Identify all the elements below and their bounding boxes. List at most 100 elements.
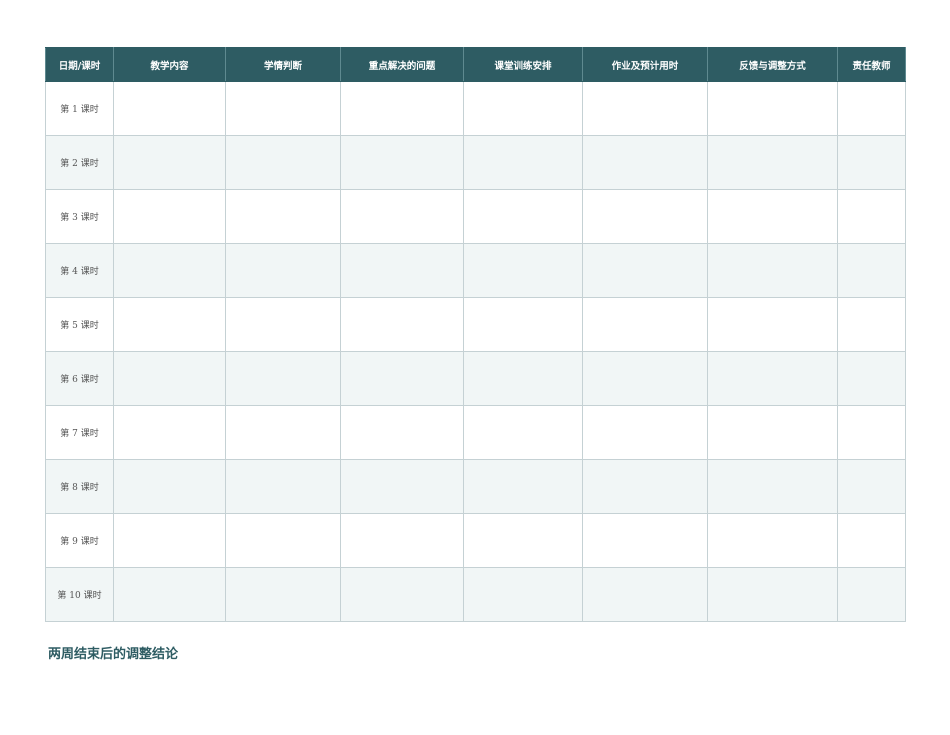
table-cell[interactable] [340, 513, 464, 568]
table-cell[interactable] [225, 297, 341, 352]
table-cell[interactable] [582, 297, 708, 352]
session-label: 第 2 课时 [45, 135, 114, 190]
table-cell[interactable] [340, 81, 464, 136]
table-cell[interactable] [113, 459, 226, 514]
table-cell[interactable] [582, 459, 708, 514]
table-cell[interactable] [837, 243, 906, 298]
table-cell[interactable] [225, 459, 341, 514]
table-row: 第 6 课时 [45, 351, 906, 406]
table-cell[interactable] [225, 189, 341, 244]
lesson-plan-table: 日期/课时 教学内容 学情判断 重点解决的问题 课堂训练安排 作业及预计用时 反… [45, 47, 906, 622]
column-header-responsible-teacher: 责任教师 [837, 47, 906, 82]
table-cell[interactable] [113, 135, 226, 190]
table-cell[interactable] [707, 135, 838, 190]
table-cell[interactable] [113, 297, 226, 352]
table-cell[interactable] [463, 567, 583, 622]
table-cell[interactable] [707, 297, 838, 352]
session-label: 第 4 课时 [45, 243, 114, 298]
table-cell[interactable] [113, 513, 226, 568]
column-header-class-practice: 课堂训练安排 [463, 47, 583, 82]
table-cell[interactable] [582, 567, 708, 622]
table-cell[interactable] [582, 135, 708, 190]
table-cell[interactable] [582, 351, 708, 406]
table-cell[interactable] [837, 567, 906, 622]
table-row: 第 1 课时 [45, 81, 906, 136]
table-cell[interactable] [707, 81, 838, 136]
table-cell[interactable] [837, 459, 906, 514]
table-row: 第 7 课时 [45, 405, 906, 460]
session-label: 第 5 课时 [45, 297, 114, 352]
table-cell[interactable] [463, 405, 583, 460]
session-label: 第 6 课时 [45, 351, 114, 406]
table-cell[interactable] [340, 351, 464, 406]
conclusion-heading: 两周结束后的调整结论 [48, 647, 179, 662]
table-cell[interactable] [582, 405, 708, 460]
table-header-row: 日期/课时 教学内容 学情判断 重点解决的问题 课堂训练安排 作业及预计用时 反… [45, 47, 906, 82]
table-cell[interactable] [463, 513, 583, 568]
table-cell[interactable] [837, 189, 906, 244]
table-cell[interactable] [340, 243, 464, 298]
table-row: 第 10 课时 [45, 567, 906, 622]
table-cell[interactable] [225, 351, 341, 406]
table-cell[interactable] [225, 135, 341, 190]
table-cell[interactable] [582, 189, 708, 244]
table-row: 第 4 课时 [45, 243, 906, 298]
table-cell[interactable] [340, 135, 464, 190]
session-label: 第 7 课时 [45, 405, 114, 460]
table-cell[interactable] [463, 243, 583, 298]
table-cell[interactable] [463, 297, 583, 352]
table-cell[interactable] [113, 405, 226, 460]
session-label: 第 10 课时 [45, 567, 114, 622]
table-cell[interactable] [113, 81, 226, 136]
table-cell[interactable] [837, 513, 906, 568]
table-cell[interactable] [707, 567, 838, 622]
session-label: 第 3 课时 [45, 189, 114, 244]
table-cell[interactable] [837, 351, 906, 406]
table-row: 第 5 课时 [45, 297, 906, 352]
session-label: 第 9 课时 [45, 513, 114, 568]
table-cell[interactable] [340, 297, 464, 352]
table-cell[interactable] [340, 459, 464, 514]
column-header-key-problems: 重点解决的问题 [340, 47, 464, 82]
table-cell[interactable] [463, 459, 583, 514]
table-cell[interactable] [707, 405, 838, 460]
table-cell[interactable] [837, 81, 906, 136]
table-cell[interactable] [707, 459, 838, 514]
table-cell[interactable] [707, 189, 838, 244]
table-cell[interactable] [340, 567, 464, 622]
table-cell[interactable] [113, 567, 226, 622]
table-cell[interactable] [225, 81, 341, 136]
table-row: 第 3 课时 [45, 189, 906, 244]
table-cell[interactable] [225, 513, 341, 568]
table-row: 第 2 课时 [45, 135, 906, 190]
table-cell[interactable] [463, 135, 583, 190]
table-row: 第 9 课时 [45, 513, 906, 568]
column-header-learning-assessment: 学情判断 [225, 47, 341, 82]
table-cell[interactable] [582, 81, 708, 136]
column-header-teaching-content: 教学内容 [113, 47, 226, 82]
column-header-homework-time: 作业及预计用时 [582, 47, 708, 82]
table-cell[interactable] [225, 567, 341, 622]
table-cell[interactable] [463, 81, 583, 136]
table-cell[interactable] [707, 243, 838, 298]
table-cell[interactable] [113, 189, 226, 244]
table-cell[interactable] [582, 243, 708, 298]
table-cell[interactable] [225, 405, 341, 460]
table-cell[interactable] [340, 189, 464, 244]
table-cell[interactable] [837, 405, 906, 460]
session-label: 第 8 课时 [45, 459, 114, 514]
table-cell[interactable] [463, 351, 583, 406]
table-row: 第 8 课时 [45, 459, 906, 514]
table-cell[interactable] [837, 297, 906, 352]
column-header-date-session: 日期/课时 [45, 47, 114, 82]
table-cell[interactable] [837, 135, 906, 190]
session-label: 第 1 课时 [45, 81, 114, 136]
table-cell[interactable] [582, 513, 708, 568]
table-cell[interactable] [113, 243, 226, 298]
table-cell[interactable] [225, 243, 341, 298]
table-cell[interactable] [113, 351, 226, 406]
table-cell[interactable] [707, 513, 838, 568]
table-cell[interactable] [463, 189, 583, 244]
table-cell[interactable] [707, 351, 838, 406]
table-cell[interactable] [340, 405, 464, 460]
